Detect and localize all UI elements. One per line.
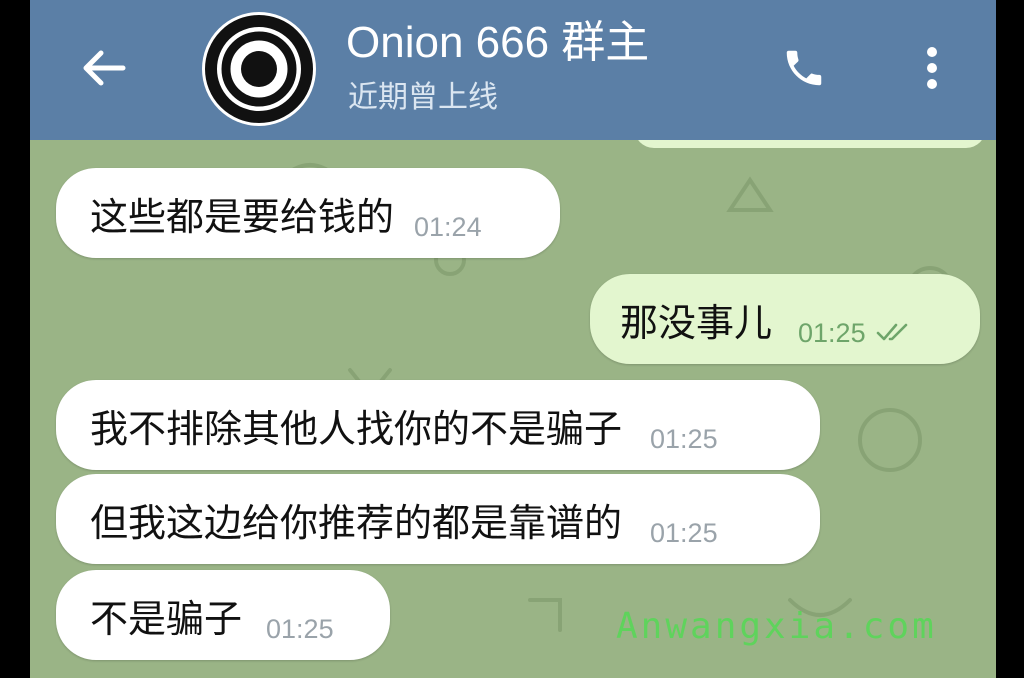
message-time: 01:25: [650, 517, 718, 548]
message-bubble-incoming[interactable]: 我不排除其他人找你的不是骗子 01:25: [56, 380, 820, 470]
watermark: Anwangxia.com: [616, 606, 937, 647]
back-button[interactable]: [78, 42, 130, 94]
call-button[interactable]: [776, 40, 832, 96]
avatar[interactable]: [202, 12, 316, 126]
message-text: 那没事儿: [620, 300, 773, 345]
message-text: 不是骗子: [90, 596, 243, 641]
message-text: 我不排除其他人找你的不是骗子: [90, 406, 623, 451]
message-bubble-incoming[interactable]: 这些都是要给钱的 01:24: [56, 168, 560, 258]
message-time: 01:25: [650, 423, 718, 454]
last-seen-status: 近期曾上线: [348, 80, 498, 115]
message-time: 01:25: [798, 317, 866, 348]
message-text: 但我这边给你推荐的都是靠谱的: [90, 500, 623, 545]
more-vertical-icon: [927, 47, 937, 89]
message-time: 01:25: [266, 613, 334, 644]
more-menu-button[interactable]: [910, 40, 954, 96]
read-double-check-icon: [876, 323, 907, 341]
arrow-left-icon: [83, 50, 126, 86]
message-text: 这些都是要给钱的: [90, 194, 395, 239]
message-bubble-outgoing[interactable]: 那没事儿 01:25: [590, 274, 980, 364]
phone-icon: [786, 50, 822, 86]
message-bubble-incoming[interactable]: 但我这边给你推荐的都是靠谱的 01:25: [56, 474, 820, 564]
message-bubble-incoming[interactable]: 不是骗子 01:25: [56, 570, 390, 660]
onion-logo-icon: [205, 15, 313, 123]
message-time: 01:24: [414, 211, 482, 242]
chat-screen: 这些都是要给钱的 01:24 那没事儿 01:25 我不排除其他人找你的不是骗子…: [30, 0, 996, 678]
chat-title[interactable]: Onion 666 群主: [346, 14, 649, 72]
chat-header: Onion 666 群主 近期曾上线: [30, 0, 996, 140]
